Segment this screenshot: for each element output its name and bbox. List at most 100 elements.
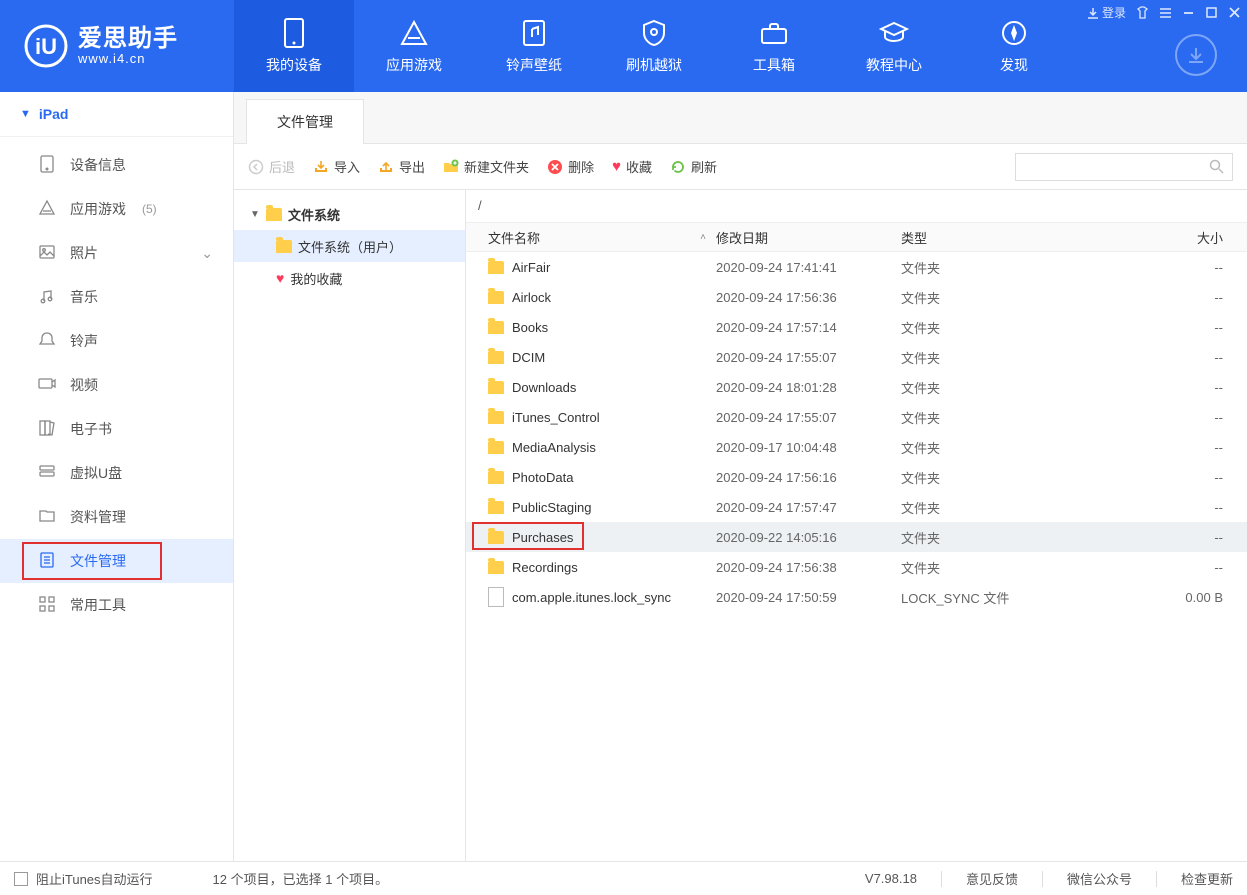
sidebar-item-2[interactable]: 照片 ⌄ [0, 231, 233, 275]
file-row[interactable]: Recordings 2020-09-24 17:56:38文件夹-- [466, 552, 1247, 582]
sidebar-item-5[interactable]: 视频 [0, 363, 233, 407]
brand-url: www.i4.cn [78, 52, 178, 66]
file-name: Downloads [512, 380, 576, 395]
back-label: 后退 [269, 157, 295, 176]
file-type: 文件夹 [901, 408, 1101, 427]
tree-root[interactable]: ▼ 文件系统 [234, 198, 465, 230]
sidebar-item-3[interactable]: 音乐 [0, 275, 233, 319]
file-type: 文件夹 [901, 558, 1101, 577]
feedback-link[interactable]: 意见反馈 [966, 869, 1018, 888]
block-itunes-label: 阻止iTunes自动运行 [36, 869, 153, 888]
file-name: MediaAnalysis [512, 440, 596, 455]
topnav-toolbox[interactable]: 工具箱 [714, 0, 834, 92]
file-row[interactable]: Downloads2020-09-24 18:01:28文件夹-- [466, 372, 1247, 402]
sidebar-item-9[interactable]: 文件管理 [0, 539, 233, 583]
back-icon [248, 159, 264, 175]
newfolder-button[interactable]: 新建文件夹 [443, 157, 529, 176]
folder-icon [488, 501, 504, 514]
toolbar: 后退 导入 导出 新建文件夹 删除 ♥ 收藏 [234, 144, 1247, 190]
device-selector[interactable]: ▼ iPad [0, 92, 233, 137]
topnav-apps[interactable]: 应用游戏 [354, 0, 474, 92]
wechat-link[interactable]: 微信公众号 [1067, 869, 1132, 888]
file-row[interactable]: Airlock2020-09-24 17:56:36文件夹-- [466, 282, 1247, 312]
close-icon[interactable] [1228, 6, 1241, 19]
caret-down-icon: ▼ [250, 209, 260, 220]
file-row[interactable]: MediaAnalysis2020-09-17 10:04:48文件夹-- [466, 432, 1247, 462]
menu-icon[interactable] [1159, 6, 1172, 19]
file-date: 2020-09-24 18:01:28 [716, 380, 901, 395]
chevron-down-icon: ⌄ [201, 245, 213, 262]
col-date-header[interactable]: 修改日期 [716, 228, 901, 247]
sidebar-item-1[interactable]: 应用游戏(5) [0, 187, 233, 231]
sidebar-label: 照片 [70, 243, 98, 263]
file-row[interactable]: PublicStaging2020-09-24 17:57:47文件夹-- [466, 492, 1247, 522]
back-button[interactable]: 后退 [248, 157, 295, 176]
col-type-header[interactable]: 类型 [901, 228, 1101, 247]
sidebar: ▼ iPad 设备信息应用游戏(5) 照片 ⌄ 音乐铃声视频电子书虚拟U盘资料管理文件… [0, 92, 234, 861]
import-label: 导入 [334, 157, 360, 176]
favorite-button[interactable]: ♥ 收藏 [612, 157, 652, 176]
title-controls: 登录 [1087, 4, 1241, 21]
minimize-icon[interactable] [1182, 6, 1195, 19]
topnav-ringtones[interactable]: 铃声壁纸 [474, 0, 594, 92]
checkbox-icon [14, 872, 28, 886]
topnav-discover[interactable]: 发现 [954, 0, 1074, 92]
column-headers: 文件名称 ˄ 修改日期 类型 大小 [466, 222, 1247, 252]
device-icon [283, 17, 305, 49]
search-input[interactable] [1015, 153, 1233, 181]
file-row[interactable]: Books2020-09-24 17:57:14文件夹-- [466, 312, 1247, 342]
search-icon [1209, 159, 1224, 174]
sidebar-item-0[interactable]: 设备信息 [0, 143, 233, 187]
sidebar-item-8[interactable]: 资料管理 [0, 495, 233, 539]
path-bar[interactable]: / [466, 190, 1247, 222]
file-row[interactable]: DCIM2020-09-24 17:55:07文件夹-- [466, 342, 1247, 372]
topnav-label: 应用游戏 [386, 55, 442, 75]
maximize-icon[interactable] [1205, 6, 1218, 19]
file-row[interactable]: iTunes_Control2020-09-24 17:55:07文件夹-- [466, 402, 1247, 432]
file-row[interactable]: Purchases2020-09-22 14:05:16文件夹-- [466, 522, 1247, 552]
file-date: 2020-09-22 14:05:16 [716, 530, 901, 545]
block-itunes-checkbox[interactable]: 阻止iTunes自动运行 [14, 869, 153, 888]
col-size-header[interactable]: 大小 [1101, 228, 1247, 247]
export-button[interactable]: 导出 [378, 157, 425, 176]
topnav-mydevice[interactable]: 我的设备 [234, 0, 354, 92]
file-row[interactable]: AirFair2020-09-24 17:41:41文件夹-- [466, 252, 1247, 282]
sidebar-item-4[interactable]: 铃声 [0, 319, 233, 363]
refresh-button[interactable]: 刷新 [670, 157, 717, 176]
file-name: Recordings [512, 560, 578, 575]
sidebar-label: 音乐 [70, 287, 98, 307]
file-row[interactable]: PhotoData2020-09-24 17:56:16文件夹-- [466, 462, 1247, 492]
tree-favorites[interactable]: ♥ 我的收藏 [234, 262, 465, 294]
file-icon [488, 587, 504, 607]
skin-icon[interactable] [1136, 6, 1149, 19]
file-type: 文件夹 [901, 498, 1101, 517]
tab-file-manager[interactable]: 文件管理 [246, 99, 364, 144]
sidebar-item-6[interactable]: 电子书 [0, 407, 233, 451]
file-size: -- [1101, 530, 1247, 545]
col-name-header[interactable]: 文件名称 ˄ [466, 228, 716, 247]
toolbox-icon [760, 17, 788, 49]
file-row[interactable]: com.apple.itunes.lock_sync2020-09-24 17:… [466, 582, 1247, 612]
file-size: -- [1101, 560, 1247, 575]
file-name: DCIM [512, 350, 545, 365]
topnav-jailbreak[interactable]: 刷机越狱 [594, 0, 714, 92]
import-button[interactable]: 导入 [313, 157, 360, 176]
heart-icon: ♥ [612, 158, 621, 175]
file-date: 2020-09-24 17:56:38 [716, 560, 901, 575]
sidebar-icon [38, 551, 56, 572]
update-link[interactable]: 检查更新 [1181, 869, 1233, 888]
download-progress-icon[interactable] [1175, 34, 1217, 76]
topnav-tutorials[interactable]: 教程中心 [834, 0, 954, 92]
folder-icon [488, 561, 504, 574]
brand-name: 爱思助手 [78, 26, 178, 52]
login-button[interactable]: 登录 [1087, 4, 1126, 21]
sort-asc-icon: ˄ [700, 232, 706, 243]
sidebar-label: 铃声 [70, 331, 98, 351]
tree-user-filesystem[interactable]: 文件系统（用户） [234, 230, 465, 262]
sidebar-item-10[interactable]: 常用工具 [0, 583, 233, 627]
folder-icon [488, 291, 504, 304]
delete-button[interactable]: 删除 [547, 157, 594, 176]
file-size: -- [1101, 410, 1247, 425]
folder-icon [276, 240, 292, 253]
sidebar-item-7[interactable]: 虚拟U盘 [0, 451, 233, 495]
